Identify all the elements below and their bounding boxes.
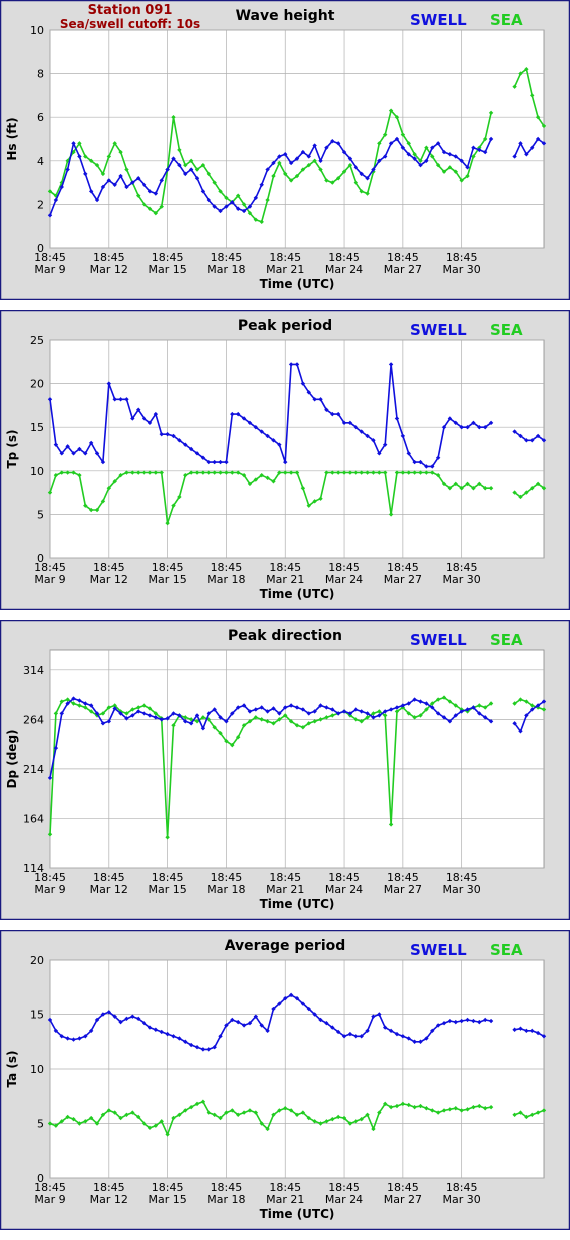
legend-sea: SEA — [490, 11, 523, 29]
chart-panel-1: 0 2 4 6 8 10 18:45 Mar 9 18:45 Mar 12 18:45 Mar 15 1… — [0, 0, 570, 300]
y-tick-label: 314 — [23, 664, 44, 677]
y-tick-label: 5 — [37, 508, 44, 521]
y-tick-label: 25 — [30, 334, 44, 347]
x-tick-date: Mar 18 — [207, 263, 245, 276]
x-tick-date: Mar 24 — [325, 883, 363, 896]
x-axis-label: Time (UTC) — [260, 1207, 335, 1221]
x-axis-label: Time (UTC) — [260, 587, 335, 601]
chart-title: Peak direction — [228, 628, 342, 644]
x-tick-date: Mar 27 — [384, 883, 422, 896]
x-tick-date: Mar 27 — [384, 573, 422, 586]
chart-panel-2: 0 5 10 15 20 25 18:45 Mar 9 18:45 Mar 12 18:45 Mar … — [0, 310, 570, 610]
chart-panel-3: 114 164 214 264 314 18:45 Mar 9 18:45 Mar 12 18:4… — [0, 620, 570, 920]
x-tick-date: Mar 9 — [34, 573, 65, 586]
station-label: Station 091 — [88, 3, 173, 18]
y-tick-label: 15 — [30, 1009, 44, 1022]
x-tick-date: Mar 18 — [207, 1193, 245, 1206]
cutoff-label: Sea/swell cutoff: 10s — [60, 17, 200, 31]
chart-svg: 051015202518:45Mar 918:45Mar 1218:45Mar … — [0, 310, 570, 610]
chart-title: Wave height — [236, 8, 335, 24]
x-tick-date: Mar 15 — [148, 883, 186, 896]
x-tick-date: Mar 18 — [207, 883, 245, 896]
x-tick-date: Mar 21 — [266, 263, 304, 276]
x-tick-date: Mar 18 — [207, 573, 245, 586]
x-tick-date: Mar 12 — [90, 883, 128, 896]
chart-title: Average period — [225, 938, 346, 954]
x-tick-date: Mar 21 — [266, 883, 304, 896]
legend-sea: SEA — [490, 321, 523, 339]
x-tick-date: Mar 24 — [325, 263, 363, 276]
y-tick-label: 10 — [30, 24, 44, 37]
x-axis-label: Time (UTC) — [260, 897, 335, 911]
y-tick-label: 214 — [23, 763, 44, 776]
x-tick-date: Mar 15 — [148, 263, 186, 276]
x-tick-date: Mar 27 — [384, 263, 422, 276]
y-tick-label: 20 — [30, 378, 44, 391]
legend-sea: SEA — [490, 631, 523, 649]
x-tick-date: Mar 30 — [443, 573, 481, 586]
y-tick-label: 20 — [30, 954, 44, 967]
y-tick-label: 4 — [37, 155, 44, 168]
y-tick-label: 15 — [30, 421, 44, 434]
chart-title: Peak period — [238, 318, 332, 334]
x-tick-date: Mar 12 — [90, 263, 128, 276]
y-tick-label: 10 — [30, 465, 44, 478]
chart-svg: 024681018:45Mar 918:45Mar 1218:45Mar 151… — [0, 0, 570, 300]
y-tick-label: 8 — [37, 68, 44, 81]
x-tick-date: Mar 9 — [34, 263, 65, 276]
plot-area — [49, 649, 545, 869]
y-axis-label: Ta (s) — [5, 1050, 19, 1087]
x-tick-date: Mar 12 — [90, 1193, 128, 1206]
y-axis-label: Hs (ft) — [5, 117, 19, 160]
y-tick-label: 264 — [23, 713, 44, 726]
x-tick-date: Mar 21 — [266, 1193, 304, 1206]
x-tick-date: Mar 30 — [443, 1193, 481, 1206]
x-tick-date: Mar 24 — [325, 573, 363, 586]
legend-swell: SWELL — [410, 11, 467, 29]
x-tick-date: Mar 30 — [443, 263, 481, 276]
chart-svg: 11416421426431418:45Mar 918:45Mar 1218:4… — [0, 620, 570, 920]
y-tick-label: 6 — [37, 111, 44, 124]
x-tick-date: Mar 27 — [384, 1193, 422, 1206]
x-tick-date: Mar 30 — [443, 883, 481, 896]
y-tick-label: 10 — [30, 1063, 44, 1076]
y-axis-label: Tp (s) — [5, 429, 19, 468]
x-tick-date: Mar 24 — [325, 1193, 363, 1206]
legend-swell: SWELL — [410, 941, 467, 959]
x-tick-date: Mar 15 — [148, 573, 186, 586]
legend-swell: SWELL — [410, 321, 467, 339]
x-tick-date: Mar 12 — [90, 573, 128, 586]
plot-area — [49, 29, 545, 249]
y-tick-label: 164 — [23, 812, 44, 825]
chart-svg: 0510152018:45Mar 918:45Mar 1218:45Mar 15… — [0, 930, 570, 1230]
x-tick-date: Mar 21 — [266, 573, 304, 586]
x-tick-date: Mar 9 — [34, 1193, 65, 1206]
x-tick-date: Mar 9 — [34, 883, 65, 896]
plot-area — [49, 339, 545, 559]
y-axis-label: Dp (deg) — [5, 729, 19, 788]
y-tick-label: 5 — [37, 1118, 44, 1131]
x-tick-date: Mar 15 — [148, 1193, 186, 1206]
x-axis-label: Time (UTC) — [260, 277, 335, 291]
chart-panel-4: 0 5 10 15 20 18:45 Mar 9 18:45 Mar 12 18:45 Mar 15… — [0, 930, 570, 1230]
legend-swell: SWELL — [410, 631, 467, 649]
legend-sea: SEA — [490, 941, 523, 959]
y-tick-label: 2 — [37, 198, 44, 211]
